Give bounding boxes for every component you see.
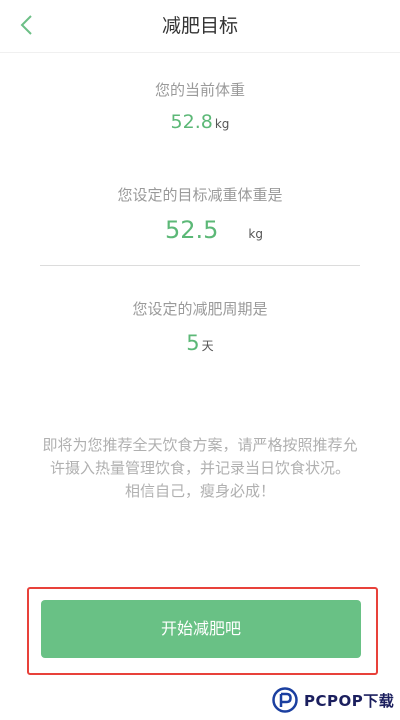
target-weight-value: 52.5 [164,216,219,244]
diet-notice: 即将为您推荐全天饮食方案，请严格按照推荐允 许摄入热量管理饮食，并记录当日饮食状… [18,434,382,503]
watermark-text: PCPOP下载 [304,691,395,710]
target-weight-value-row: 52.5 kg [0,216,400,244]
current-weight-unit: kg [214,117,230,131]
notice-line-3: 相信自己，瘦身必成！ [124,482,275,500]
header-bar: 减肥目标 [0,0,400,52]
watermark: PCPOP下载 [272,684,394,716]
page-title: 减肥目标 [161,15,238,37]
section-divider [40,265,360,266]
current-weight-label: 您的当前体重 [154,81,245,99]
target-weight-unit: kg [248,227,263,241]
period-label: 您设定的减肥周期是 [132,300,268,318]
period-value: 5 [186,331,200,355]
current-weight-value: 52.8 [170,111,213,133]
period-value-row: 5天 [0,331,400,355]
start-diet-button[interactable]: 开始减肥吧 [41,600,361,658]
header-divider [0,52,400,53]
current-weight-value-row: 52.8 kg [0,111,400,133]
pcpop-logo-icon [272,687,298,713]
notice-line-1: 即将为您推荐全天饮食方案，请严格按照推荐允 [42,436,358,454]
target-weight-label: 您设定的目标减重体重是 [117,186,283,204]
period-unit: 天 [201,339,214,353]
notice-line-2: 许摄入热量管理饮食，并记录当日饮食状况。 [49,459,350,477]
